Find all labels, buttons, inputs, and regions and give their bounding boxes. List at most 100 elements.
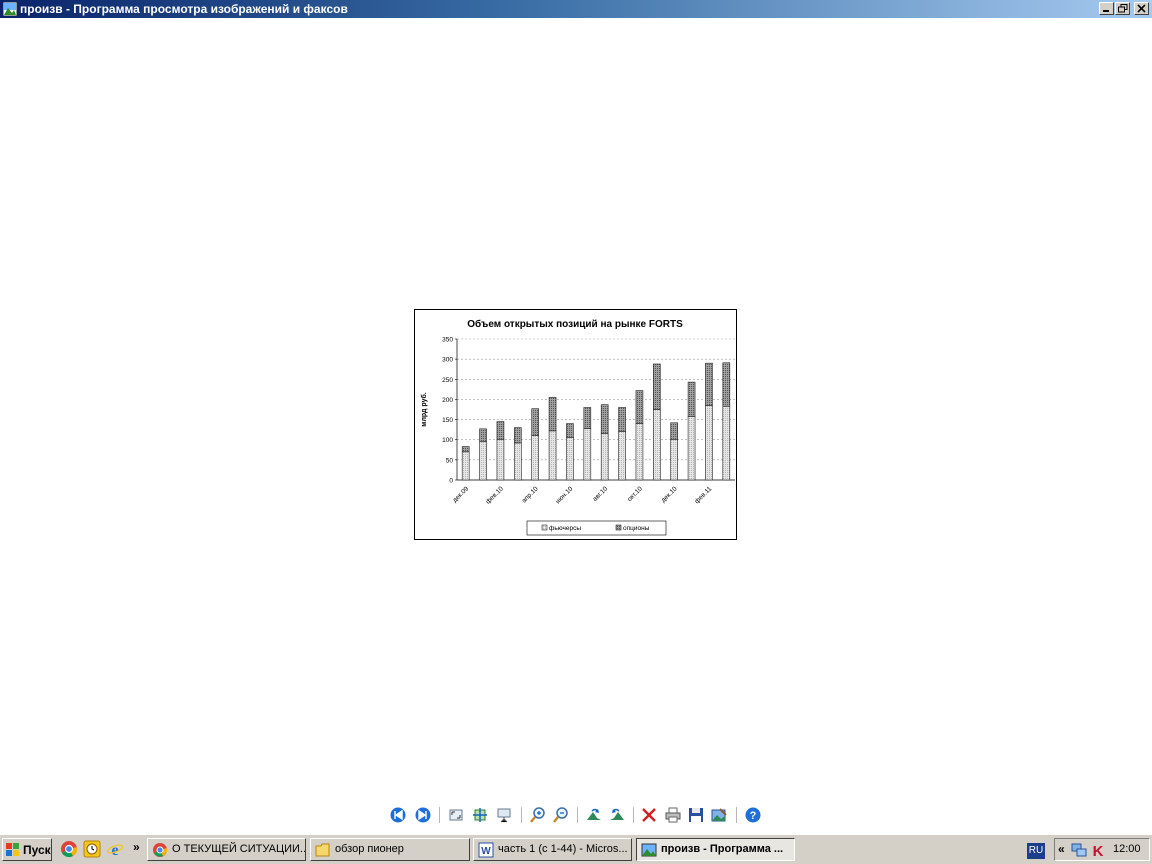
close-button[interactable] bbox=[1134, 2, 1149, 15]
taskbar-button-folder[interactable]: обзор пионер bbox=[310, 838, 470, 861]
bar-futures bbox=[618, 431, 626, 481]
svg-text:?: ? bbox=[750, 810, 757, 822]
delete-button[interactable] bbox=[639, 805, 659, 825]
best-fit-icon bbox=[449, 809, 463, 821]
bar-options bbox=[514, 427, 522, 444]
y-tick-label: 300 bbox=[442, 357, 453, 364]
bar-options bbox=[635, 390, 644, 424]
close-icon bbox=[1137, 4, 1146, 13]
zoom-in-icon bbox=[530, 807, 545, 823]
y-tick-label: 350 bbox=[442, 337, 453, 344]
edit-icon bbox=[711, 808, 727, 822]
bar-futures bbox=[722, 405, 731, 481]
y-tick-label: 250 bbox=[442, 377, 453, 384]
x-tick-label: окт.10 bbox=[626, 485, 644, 503]
tray-expand-icon[interactable]: « bbox=[1058, 842, 1065, 856]
clock[interactable]: 12:00 bbox=[1113, 843, 1141, 855]
x-tick-label: фев.11 bbox=[694, 485, 714, 505]
x-tick-label: дек.10 bbox=[660, 485, 679, 504]
task-label: произв - Программа ... bbox=[661, 843, 784, 855]
task-label: О ТЕКУЩЕЙ СИТУАЦИИ... bbox=[172, 843, 306, 855]
bar-futures bbox=[566, 437, 574, 481]
bar-options bbox=[687, 381, 696, 417]
zoom-out-button[interactable] bbox=[551, 805, 571, 825]
bar-options bbox=[566, 423, 574, 438]
bar-futures bbox=[461, 451, 470, 481]
bar-options bbox=[461, 446, 470, 453]
image-viewer-icon bbox=[641, 843, 657, 857]
y-tick-label: 0 bbox=[449, 478, 453, 485]
toolbar-separator bbox=[439, 807, 440, 823]
network-icon[interactable] bbox=[1071, 842, 1087, 858]
bar-options bbox=[600, 404, 609, 434]
kaspersky-icon[interactable]: K bbox=[1090, 842, 1106, 858]
bar-futures bbox=[496, 439, 505, 481]
taskbar: Пуск e » О ТЕКУЩЕЙ СИТУАЦИИ... обзор пио… bbox=[0, 834, 1152, 864]
x-tick-label: апр.10 bbox=[521, 485, 540, 504]
save-icon bbox=[689, 808, 703, 822]
svg-text:e: e bbox=[111, 842, 118, 858]
bar-futures bbox=[705, 405, 713, 481]
bar-futures bbox=[653, 409, 661, 481]
x-tick-label: дек.09 bbox=[452, 485, 471, 504]
bar-futures bbox=[479, 441, 487, 481]
bar-futures bbox=[514, 442, 522, 481]
bar-options bbox=[583, 407, 592, 429]
best-fit-button[interactable] bbox=[446, 805, 466, 825]
delete-icon bbox=[642, 808, 656, 822]
actual-size-button[interactable] bbox=[470, 805, 490, 825]
image-viewer-icon bbox=[3, 2, 17, 16]
y-tick-label: 50 bbox=[446, 457, 454, 464]
toolbar-separator bbox=[577, 807, 578, 823]
taskbar-button-image-viewer[interactable]: произв - Программа ... bbox=[636, 838, 795, 861]
taskbar-button-chrome[interactable]: О ТЕКУЩЕЙ СИТУАЦИИ... bbox=[147, 838, 306, 861]
bar-options bbox=[479, 428, 487, 443]
minimize-icon bbox=[1103, 10, 1109, 12]
print-button[interactable] bbox=[663, 805, 683, 825]
toolbar-separator bbox=[736, 807, 737, 823]
image-viewer-canvas: Объем открытых позиций на рынке FORTS 0 50… bbox=[0, 18, 1152, 834]
zoom-in-button[interactable] bbox=[528, 805, 548, 825]
previous-image-button[interactable] bbox=[388, 805, 408, 825]
start-button[interactable]: Пуск bbox=[2, 838, 52, 861]
print-icon bbox=[665, 807, 681, 823]
rotate-counterclockwise-button[interactable] bbox=[607, 805, 627, 825]
start-label: Пуск bbox=[23, 843, 51, 857]
bar-options bbox=[653, 363, 661, 410]
bar-futures bbox=[548, 430, 557, 481]
internet-explorer-icon[interactable]: e bbox=[106, 840, 124, 858]
chrome-icon[interactable] bbox=[60, 840, 78, 858]
next-icon bbox=[415, 807, 431, 823]
stacked-bar-chart: Объем открытых позиций на рынке FORTS 0 50… bbox=[420, 318, 735, 536]
slideshow-button[interactable] bbox=[494, 805, 514, 825]
next-image-button[interactable] bbox=[413, 805, 433, 825]
legend-label: опционы bbox=[623, 525, 650, 532]
language-indicator[interactable]: RU bbox=[1027, 843, 1045, 859]
minimize-button[interactable] bbox=[1099, 2, 1114, 15]
quick-launch-overflow-icon[interactable]: » bbox=[133, 840, 140, 854]
chrome-icon bbox=[153, 843, 168, 857]
title-bar[interactable]: произв - Программа просмотра изображений… bbox=[0, 0, 1152, 18]
rotate-cw-icon bbox=[587, 808, 601, 820]
taskbar-button-word[interactable]: W часть 1 (с 1-44) - Micros... bbox=[473, 838, 632, 861]
svg-text:W: W bbox=[481, 846, 491, 857]
bar-futures bbox=[531, 435, 539, 481]
edit-button[interactable] bbox=[709, 805, 729, 825]
clock-app-icon[interactable] bbox=[83, 840, 101, 858]
save-button[interactable] bbox=[686, 805, 706, 825]
slideshow-icon bbox=[497, 808, 511, 823]
bar-options bbox=[618, 407, 626, 432]
folder-icon bbox=[315, 843, 330, 857]
restore-button[interactable] bbox=[1115, 2, 1130, 15]
restore-icon bbox=[1118, 4, 1128, 13]
svg-text:K: K bbox=[1093, 843, 1104, 858]
bar-futures bbox=[600, 433, 609, 481]
bar-futures bbox=[635, 423, 644, 481]
rotate-clockwise-button[interactable] bbox=[584, 805, 604, 825]
chart-image: Объем открытых позиций на рынке FORTS 0 50… bbox=[414, 309, 737, 540]
prev-icon bbox=[390, 807, 406, 823]
help-button[interactable]: ? bbox=[743, 805, 763, 825]
system-tray: « K 12:00 bbox=[1054, 838, 1150, 861]
toolbar-separator bbox=[633, 807, 634, 823]
help-icon: ? bbox=[745, 807, 761, 823]
